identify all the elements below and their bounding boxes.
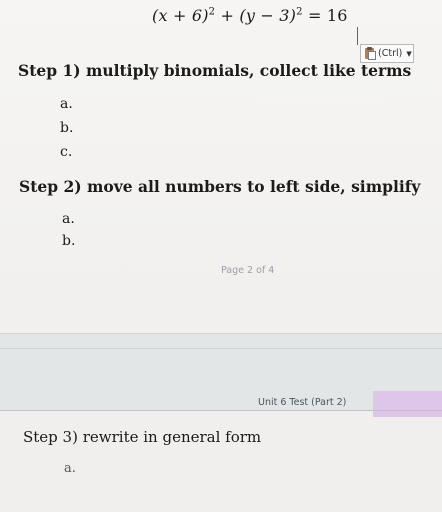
equation-rhs: = 16 <box>302 6 348 25</box>
step-1-heading: Step 1) multiply binomials, collect like… <box>18 61 412 80</box>
step-2-item-b: b. <box>62 233 76 249</box>
document-page: (x + 6)2 + (y − 3)2 = 16 (Ctrl) ▼ Step 1… <box>0 0 442 512</box>
equation-term-1: (x + 6) <box>152 6 209 25</box>
footer-label: Unit 6 Test (Part 2) <box>258 397 347 408</box>
step-3-item-a: a. <box>64 461 76 476</box>
page-break-line <box>0 348 442 349</box>
equation: (x + 6)2 + (y − 3)2 = 16 <box>152 6 348 25</box>
paste-options-label: (Ctrl) <box>378 48 403 59</box>
step-1-item-c: c. <box>60 144 73 160</box>
text-cursor <box>357 27 358 45</box>
footer-highlight <box>373 391 442 417</box>
footer-rule <box>0 410 442 411</box>
chevron-down-icon: ▼ <box>406 49 412 58</box>
equation-term-2: (y − 3) <box>239 6 297 25</box>
page-indicator: Page 2 of 4 <box>221 265 275 276</box>
step-3-heading: Step 3) rewrite in general form <box>23 428 262 446</box>
equation-plus: + <box>215 6 240 25</box>
step-1-item-b: b. <box>60 120 74 136</box>
step-2-item-a: a. <box>62 211 75 227</box>
step-1-item-a: a. <box>60 96 73 112</box>
clipboard-paste-icon <box>364 47 376 60</box>
step-2-heading: Step 2) move all numbers to left side, s… <box>19 177 421 196</box>
